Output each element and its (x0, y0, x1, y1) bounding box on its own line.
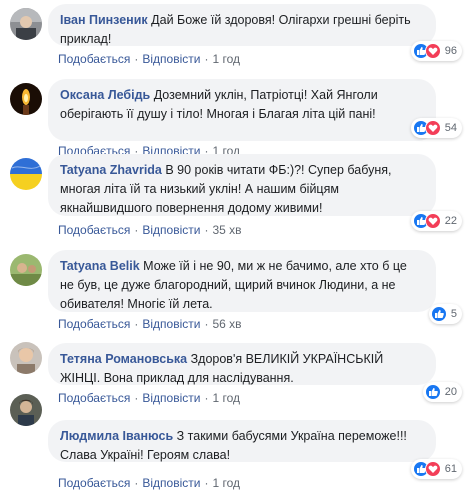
comment-author[interactable]: Tatyana Zhavrida (60, 163, 162, 177)
comment-bubble: Оксана Лебідь Доземний уклін, Патріотці!… (48, 79, 436, 141)
reaction-count: 96 (444, 45, 457, 57)
reaction-count: 5 (450, 308, 457, 320)
love-icon (424, 213, 441, 229)
avatar[interactable] (10, 8, 42, 40)
reactions-summary[interactable]: 96 (410, 41, 462, 61)
reply-link[interactable]: Відповісти (142, 476, 200, 490)
comment-author[interactable]: Іван Пинзеник (60, 13, 148, 27)
like-link[interactable]: Подобається (58, 391, 130, 405)
reactions-summary[interactable]: 22 (410, 211, 462, 231)
like-icon (430, 306, 447, 322)
avatar[interactable] (10, 394, 42, 426)
comment-actions: Подобається · Відповісти · 1 год (58, 391, 240, 405)
reaction-count: 22 (444, 215, 457, 227)
reactions-summary[interactable]: 20 (422, 382, 462, 402)
reply-link[interactable]: Відповісти (142, 223, 200, 237)
like-link[interactable]: Подобається (58, 223, 130, 237)
reactions-summary[interactable]: 61 (410, 459, 462, 479)
love-icon (424, 461, 441, 477)
reaction-count: 61 (444, 463, 457, 475)
like-icon (424, 384, 441, 400)
comment-author[interactable]: Оксана Лебідь (60, 88, 150, 102)
comment-author[interactable]: Людмила Іванюсь (60, 429, 173, 443)
love-icon (424, 43, 441, 59)
comment-time[interactable]: 1 год (212, 476, 240, 490)
comment-actions: Подобається · Відповісти · 1 год (58, 476, 240, 490)
reactions-summary[interactable]: 5 (428, 304, 462, 324)
reaction-count: 20 (444, 386, 457, 398)
like-link[interactable]: Подобається (58, 476, 130, 490)
reply-link[interactable]: Відповісти (142, 391, 200, 405)
comment-time[interactable]: 1 год (212, 391, 240, 405)
comment-bubble: Тетяна Романовська Здоров'я ВЕЛИКІЙ УКРА… (48, 343, 436, 385)
comment-time[interactable]: 56 хв (212, 317, 241, 331)
comment-bubble: Tatyana Zhavrida В 90 років читати ФБ:)?… (48, 154, 436, 216)
avatar[interactable] (10, 254, 42, 286)
avatar[interactable] (10, 158, 42, 190)
comment-author[interactable]: Тетяна Романовська (60, 352, 187, 366)
comment-author[interactable]: Tatyana Belik (60, 259, 140, 273)
reply-link[interactable]: Відповісти (142, 52, 200, 66)
comment-actions: Подобається · Відповісти · 35 хв (58, 223, 242, 237)
reactions-summary[interactable]: 54 (410, 118, 462, 138)
comment-actions: Подобається · Відповісти · 56 хв (58, 317, 242, 331)
comment-bubble: Tatyana Belik Може їй і не 90, ми ж не б… (48, 250, 436, 312)
comment-actions: Подобається · Відповісти · 1 год (58, 52, 240, 66)
love-icon (424, 120, 441, 136)
reply-link[interactable]: Відповісти (142, 317, 200, 331)
like-link[interactable]: Подобається (58, 52, 130, 66)
avatar[interactable] (10, 342, 42, 374)
comment-bubble: Іван Пинзеник Дай Боже їй здоровя! Оліга… (48, 4, 436, 46)
comment-time[interactable]: 35 хв (212, 223, 241, 237)
like-link[interactable]: Подобається (58, 317, 130, 331)
reaction-count: 54 (444, 122, 457, 134)
comment-bubble: Людмила Іванюсь З такими бабусями Україн… (48, 420, 436, 462)
comment-time[interactable]: 1 год (212, 52, 240, 66)
avatar[interactable] (10, 83, 42, 115)
